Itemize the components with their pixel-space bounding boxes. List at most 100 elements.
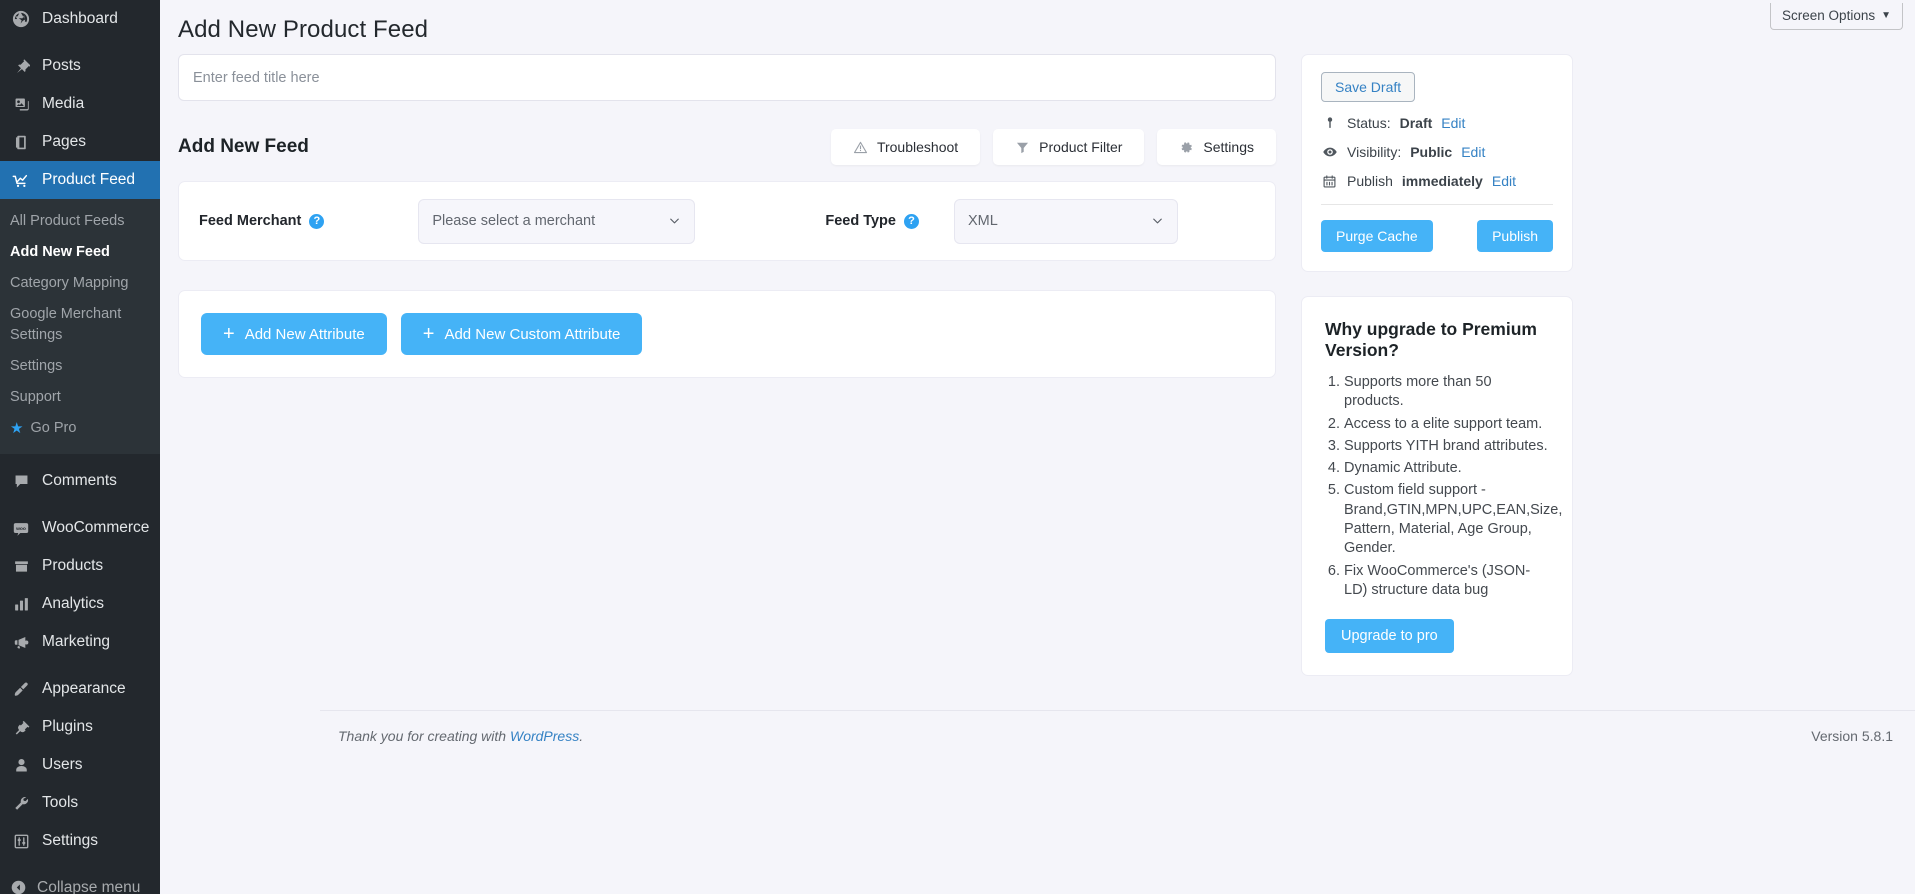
calendar-icon [1321,174,1338,189]
sidebar-item-add-new-feed[interactable]: Add New Feed [0,237,160,268]
feed-merchant-label: Feed Merchant ? [199,213,325,229]
premium-title: Why upgrade to Premium Version? [1325,319,1537,360]
feed-type-select[interactable]: XML [953,198,1178,244]
sidebar-item-woocommerce[interactable]: woo WooCommerce [0,510,160,548]
svg-text:woo: woo [15,527,26,532]
plug-icon [10,717,32,739]
sidebar-item-label: Marketing [42,633,111,651]
button-label: Add New Attribute [244,325,365,343]
star-icon: ★ [10,420,24,438]
product-filter-button[interactable]: Product Filter [993,129,1145,165]
sidebar-item-users[interactable]: Users [0,747,160,785]
sidebar-item-media[interactable]: Media [0,85,160,123]
eye-icon [1321,144,1338,160]
add-new-custom-attribute-button[interactable]: + Add New Custom Attribute [400,313,643,355]
feed-panel-actions: Troubleshoot Product Filter Settings [830,129,1276,165]
sidebar-item-feed-settings[interactable]: Settings [0,351,160,382]
publish-date-row: Publish immediately Edit [1321,173,1553,189]
sidebar-item-label: Product Feed [42,170,136,188]
add-new-attribute-button[interactable]: + Add New Attribute [201,313,387,355]
publish-button[interactable]: Publish [1477,220,1553,252]
sidebar-item-google-merchant-settings[interactable]: Google Merchant Settings [0,299,160,351]
feed-merchant-field: Feed Merchant ? Please select a merchant [199,198,696,244]
sidebar-item-category-mapping[interactable]: Category Mapping [0,268,160,299]
sidebar-item-label: Products [42,557,104,575]
sidebar-item-settings[interactable]: Settings [0,823,160,861]
help-icon[interactable]: ? [903,213,919,229]
sidebar-item-go-pro[interactable]: ★ Go Pro [0,413,160,445]
publish-label: Publish [1347,173,1393,189]
publish-value: immediately [1401,173,1483,189]
screen-options-toggle[interactable]: Screen Options ▼ [1770,3,1903,30]
screen-options-label: Screen Options [1782,8,1876,23]
publish-actions: Purge Cache Publish [1321,220,1553,252]
settings-button[interactable]: Settings [1157,129,1276,165]
footer-credit-suffix: . [579,728,584,744]
label-text: Feed Merchant [199,213,302,229]
dashboard-icon [10,8,32,30]
wrench-icon [10,793,32,815]
gear-icon [1179,140,1194,155]
sidebar-item-pages[interactable]: Pages [0,123,160,161]
publish-box: Save Draft Status: Draft Edit Visibility… [1301,54,1573,272]
main-content: Screen Options ▼ Add New Product Feed Ad… [160,0,1915,894]
plus-icon: + [223,323,235,345]
sliders-icon [10,831,32,853]
chevron-down-icon [1150,214,1165,229]
sidebar-item-support[interactable]: Support [0,382,160,413]
label-text: Feed Type [825,213,896,229]
sidebar-item-label: Comments [42,472,117,490]
submenu-label: Add New Feed [10,244,110,261]
button-label: Add New Custom Attribute [444,325,621,343]
pin-marker-icon [1321,116,1338,130]
screen-options-wrap: Screen Options ▼ [1770,3,1903,30]
sidebar-item-marketing[interactable]: Marketing [0,624,160,662]
button-label: Troubleshoot [876,139,959,155]
sidebar-item-label: Dashboard [42,9,118,27]
list-item: Custom field support - Brand,GTIN,MPN,UP… [1344,481,1562,558]
publish-edit-link[interactable]: Edit [1492,173,1516,189]
save-draft-button[interactable]: Save Draft [1321,72,1416,102]
feed-merchant-select[interactable]: Please select a merchant [418,198,696,244]
sidebar-item-posts[interactable]: Posts [0,47,160,85]
page-title: Add New Product Feed [178,16,429,43]
megaphone-icon [10,632,32,654]
sidebar-item-dashboard[interactable]: Dashboard [0,0,160,38]
wp-admin-screen: Dashboard Posts Media Pages Product Feed… [0,0,1915,894]
content-columns: Add New Feed Troubleshoot [160,44,1915,677]
visibility-row: Visibility: Public Edit [1321,144,1553,160]
sidebar-separator [0,38,160,47]
sidebar-item-product-feed[interactable]: Product Feed [0,161,160,199]
help-icon[interactable]: ? [309,213,325,229]
list-item: Supports YITH brand attributes. [1344,437,1553,456]
pages-icon [10,131,32,153]
sidebar-item-tools[interactable]: Tools [0,785,160,823]
submenu-label: Go Pro [30,420,77,437]
visibility-edit-link[interactable]: Edit [1461,144,1485,160]
wordpress-link[interactable]: WordPress [510,728,579,744]
sidebar-item-comments[interactable]: Comments [0,463,160,501]
paintbrush-icon [10,679,32,701]
troubleshoot-button[interactable]: Troubleshoot [830,129,981,165]
collapse-menu-button[interactable]: Collapse menu [0,870,160,894]
premium-upgrade-box: Why upgrade to Premium Version? Supports… [1301,296,1573,677]
sidebar-item-plugins[interactable]: Plugins [0,709,160,747]
status-edit-link[interactable]: Edit [1441,115,1465,131]
submenu-label: Category Mapping [10,275,129,292]
status-row: Status: Draft Edit [1321,115,1553,131]
sidebar-item-products[interactable]: Products [0,548,160,586]
sidebar-item-analytics[interactable]: Analytics [0,586,160,624]
sidebar-item-label: Tools [42,794,79,812]
sidebar-item-all-product-feeds[interactable]: All Product Feeds [0,206,160,237]
status-label: Status: [1347,115,1391,131]
button-label: Product Filter [1039,139,1123,155]
list-item: Access to a elite support team. [1344,415,1553,434]
purge-cache-button[interactable]: Purge Cache [1321,220,1433,252]
sidebar-item-label: Media [42,94,85,112]
feed-title-input[interactable] [178,54,1276,101]
upgrade-to-pro-button[interactable]: Upgrade to pro [1325,619,1454,654]
bar-chart-icon [10,594,32,616]
sidebar-item-appearance[interactable]: Appearance [0,671,160,709]
sidebar-item-label: Posts [42,56,81,74]
sidebar-separator [0,501,160,510]
